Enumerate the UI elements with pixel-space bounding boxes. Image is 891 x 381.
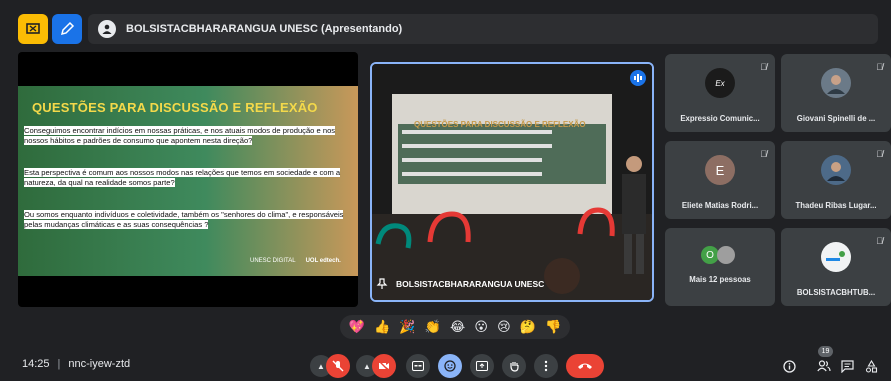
reaction-heart[interactable]: 💖 — [349, 319, 365, 335]
whiteboard-button[interactable] — [52, 14, 82, 44]
person-photo-icon — [827, 162, 845, 181]
mic-off-icon — [332, 360, 344, 372]
emoji-icon — [444, 360, 456, 372]
hand-icon — [510, 362, 519, 372]
chat-button[interactable] — [838, 356, 856, 376]
participant-avatar: E — [705, 155, 735, 185]
meeting-details-button[interactable] — [780, 356, 798, 376]
captions-button[interactable] — [406, 354, 430, 378]
raise-hand-button[interactable] — [502, 354, 526, 378]
slide-logos: UNESC DIGITAL UOL edtech. — [250, 258, 341, 264]
more-options-button[interactable] — [534, 354, 558, 378]
reaction-surprised[interactable]: 😮 — [474, 319, 488, 335]
participant-avatar-small — [717, 246, 735, 264]
audio-level-icon — [634, 74, 642, 82]
leave-call-button[interactable] — [566, 354, 604, 378]
presenter-name-label: BOLSISTACBHARARANGUA UNESC — [376, 278, 544, 290]
slide-paragraph: Esta perspectiva é comum aos nossos modo… — [24, 168, 341, 187]
slide: QUESTÕES PARA DISCUSSÃO E REFLEXÃO Conse… — [18, 86, 358, 276]
participant-avatar — [821, 242, 851, 272]
more-participants-label: Mais 12 pessoas — [689, 275, 751, 284]
presenter-avatar — [98, 20, 116, 38]
more-participants-tile[interactable]: O Mais 12 pessoas — [665, 228, 775, 306]
slide-paragraph: Conseguimos encontrar indícios em nossas… — [24, 126, 336, 145]
reaction-laugh[interactable]: 😂 — [450, 319, 465, 335]
participant-avatar: Ex — [705, 68, 735, 98]
more-vert-icon — [544, 360, 548, 372]
person-icon — [102, 24, 112, 34]
pen-icon — [60, 21, 75, 36]
camera-toggle-button[interactable] — [372, 354, 396, 378]
participant-avatar — [821, 155, 851, 185]
shared-screen: QUESTÕES PARA DISCUSSÃO E REFLEXÃO Conse… — [18, 52, 358, 307]
participant-tile[interactable]: 🎙̸ Thadeu Ribas Lugar... — [781, 141, 891, 219]
speaking-indicator — [630, 70, 646, 86]
meeting-info: 14:25 | nnc-iyew-ztd — [22, 358, 130, 370]
meeting-time: 14:25 — [22, 358, 50, 370]
participant-name: Giovani Spinelli de ... — [796, 114, 876, 123]
unesc-logo: UNESC DIGITAL — [250, 258, 296, 264]
participant-tile[interactable]: 🎙̸ Ex Expressio Comunic... — [665, 54, 775, 132]
mic-off-icon: 🎙̸ — [876, 62, 883, 72]
participant-tile[interactable]: 🎙̸ Giovani Spinelli de ... — [781, 54, 891, 132]
uol-logo: UOL edtech. — [305, 258, 341, 264]
mic-off-icon: 🎙̸ — [876, 149, 883, 159]
pin-icon — [376, 278, 388, 289]
mic-off-icon: 🎙̸ — [760, 62, 767, 72]
participant-tile[interactable]: 🎙̸ BOLSISTACBHTUB... — [781, 228, 891, 306]
present-screen-icon — [476, 361, 488, 371]
people-button[interactable] — [815, 356, 833, 376]
end-call-icon — [578, 363, 592, 369]
chat-icon — [840, 359, 854, 373]
mic-toggle-button[interactable] — [326, 354, 350, 378]
logo-icon — [826, 251, 845, 261]
meeting-code: nnc-iyew-ztd — [68, 358, 131, 370]
reaction-thinking[interactable]: 🤔 — [520, 319, 536, 335]
reaction-party[interactable]: 🎉 — [399, 319, 415, 335]
camera-off-icon — [378, 360, 390, 372]
reactions-bar: 💖 👍 🎉 👏 😂 😮 😢 🤔 👎 — [340, 315, 570, 339]
participant-name: Expressio Comunic... — [680, 114, 760, 123]
activities-icon — [865, 359, 877, 373]
participant-name: BOLSISTACBHTUB... — [796, 288, 876, 297]
captions-icon — [412, 361, 424, 371]
reaction-thumbs-up[interactable]: 👍 — [374, 319, 390, 335]
activities-button[interactable] — [862, 356, 880, 376]
divider: | — [57, 358, 61, 370]
participant-name: Thadeu Ribas Lugar... — [795, 201, 877, 210]
reaction-sad[interactable]: 😢 — [497, 319, 511, 335]
emoji-reactions-button[interactable] — [438, 354, 462, 378]
presenter-camera-tile[interactable]: QUESTÕES PARA DISCUSSÃO E REFLEXÃO BOLSI… — [370, 62, 654, 302]
reaction-clap[interactable]: 👏 — [425, 319, 441, 335]
presentation-title: BOLSISTACBHARARANGUA UNESC (Apresentando… — [126, 23, 403, 35]
present-now-button[interactable] — [470, 354, 494, 378]
participant-tile[interactable]: 🎙̸ E Eliete Matias Rodri... — [665, 141, 775, 219]
participant-name: Eliete Matias Rodri... — [681, 201, 759, 210]
info-icon — [782, 359, 796, 373]
present-icon-button[interactable] — [18, 14, 48, 44]
person-photo-icon — [827, 75, 845, 94]
slide-title: QUESTÕES PARA DISCUSSÃO E REFLEXÃO — [32, 100, 318, 115]
screen-slide-title: QUESTÕES PARA DISCUSSÃO E REFLEXÃO — [414, 120, 586, 129]
chevron-up-icon: ▲ — [317, 361, 325, 371]
participant-avatar — [821, 68, 851, 98]
chevron-up-icon: ▲ — [363, 361, 371, 371]
camera-scene — [372, 64, 652, 300]
present-icon — [26, 23, 40, 34]
mic-off-icon: 🎙̸ — [760, 149, 767, 159]
reaction-thumbs-down[interactable]: 👎 — [545, 319, 561, 335]
mic-off-icon: 🎙̸ — [876, 236, 883, 246]
people-icon — [817, 360, 831, 372]
presentation-bar: BOLSISTACBHARARANGUA UNESC (Apresentando… — [88, 14, 878, 44]
slide-paragraph: Ou somos enquanto indivíduos e coletivid… — [24, 210, 344, 229]
